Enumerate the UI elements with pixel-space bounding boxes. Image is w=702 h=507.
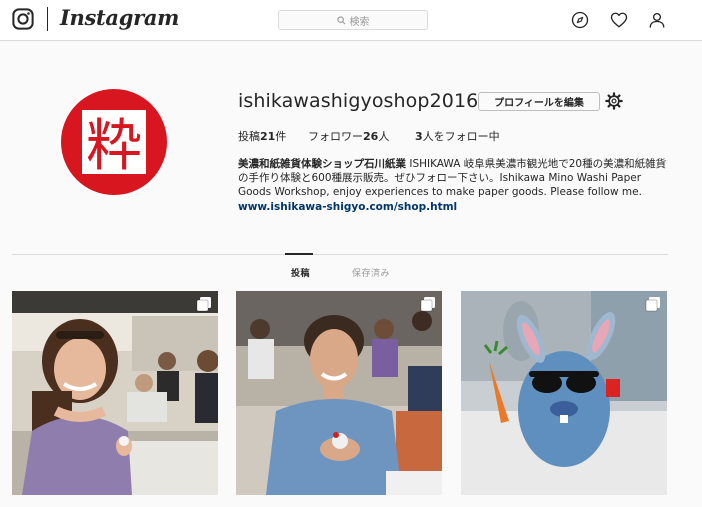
post-thumbnail-1[interactable] (12, 291, 218, 495)
profile-person-icon[interactable] (648, 11, 666, 29)
bio-full-name: 美濃和紙雑貨体験ショップ石川紙業 (238, 158, 406, 170)
edit-profile-button[interactable]: プロフィールを編集 (478, 92, 600, 111)
post-image-3 (461, 291, 667, 495)
post-thumbnail-2[interactable] (236, 291, 442, 495)
search-placeholder: 検索 (349, 16, 370, 28)
tab-posts[interactable]: 投稿 (291, 266, 310, 279)
top-nav: Instagram 検索 (0, 0, 702, 41)
activity-heart-icon[interactable] (610, 11, 628, 29)
post-image-2 (236, 291, 442, 495)
tab-saved[interactable]: 保存済み (352, 266, 390, 279)
posts-stat: 投稿21件 (238, 130, 287, 143)
profile-bio: 美濃和紙雑貨体験ショップ石川紙業 ISHIKAWA 岐阜県美濃市観光地で20種の… (238, 157, 668, 214)
following-stat[interactable]: 3人をフォロー中 (415, 128, 500, 144)
multiple-photos-icon (645, 297, 660, 312)
instagram-glyph-icon[interactable] (12, 8, 34, 30)
avatar-kanji: 粋 (86, 114, 142, 179)
post-thumbnail-3[interactable] (461, 291, 667, 495)
followers-stat[interactable]: フォロワー26人 (308, 128, 389, 144)
active-tab-indicator (285, 253, 313, 255)
post-image-1 (12, 291, 218, 495)
bio-website-link[interactable]: www.ishikawa-shigyo.com/shop.html (238, 200, 668, 214)
settings-gear-icon[interactable] (605, 92, 623, 110)
nav-divider (47, 7, 48, 31)
multiple-photos-icon (420, 297, 435, 312)
instagram-wordmark[interactable]: Instagram (60, 5, 179, 30)
explore-compass-icon[interactable] (571, 11, 589, 29)
profile-username: ishikawashigyoshop2016 (238, 90, 479, 112)
tabs-divider (12, 254, 668, 255)
multiple-photos-icon (196, 297, 211, 312)
avatar[interactable]: 粋 (60, 88, 168, 196)
search-icon (336, 15, 345, 24)
search-input[interactable]: 検索 (278, 10, 428, 30)
